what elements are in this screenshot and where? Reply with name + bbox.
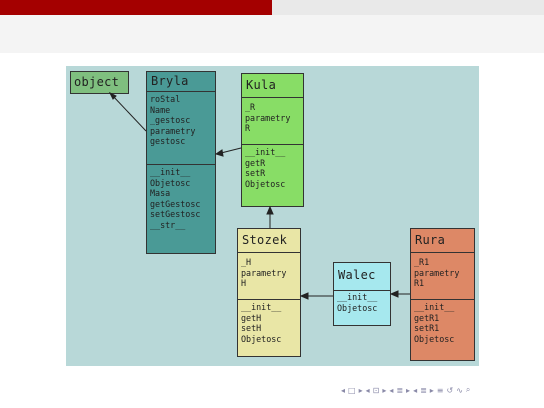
- nav-left-icon[interactable]: ◂: [366, 386, 370, 395]
- nav-section-icon[interactable]: ≣: [396, 386, 403, 395]
- arrowhead-stozek: [299, 292, 309, 300]
- beamer-navigation: ◂ □ ▸ ◂ ⊡ ▸ ◂ ≣ ▸ ◂ ≣ ▸ ≡ ↺ ∿ ⌕: [341, 383, 536, 397]
- nav-document-icon[interactable]: ≣: [420, 386, 427, 395]
- nav-right-icon[interactable]: ▸: [430, 386, 434, 395]
- arrow-bryla-to-object: [111, 94, 147, 132]
- nav-right-icon[interactable]: ▸: [382, 386, 386, 395]
- nav-subsection-icon[interactable]: ⊡: [373, 386, 380, 395]
- inheritance-arrows: [108, 91, 410, 300]
- nav-align-icon[interactable]: ≡: [437, 386, 444, 395]
- nav-forward-icon[interactable]: ∿: [456, 386, 463, 395]
- nav-search-icon[interactable]: ⌕: [466, 385, 470, 395]
- nav-right-icon[interactable]: ▸: [406, 386, 410, 395]
- nav-frame-icon[interactable]: □: [348, 386, 356, 395]
- nav-left-icon[interactable]: ◂: [389, 386, 393, 395]
- nav-left-icon[interactable]: ◂: [341, 386, 345, 395]
- nav-back-icon[interactable]: ↺: [447, 386, 454, 395]
- arrowhead-walec: [389, 290, 399, 298]
- nav-left-icon[interactable]: ◂: [413, 386, 417, 395]
- arrowhead-kula: [266, 205, 274, 215]
- arrowhead-bryla: [214, 149, 224, 157]
- nav-right-icon[interactable]: ▸: [359, 386, 363, 395]
